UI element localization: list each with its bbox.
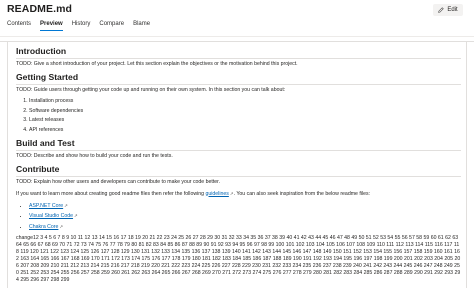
- heading-rule: [16, 175, 461, 177]
- heading-rule: [16, 149, 461, 151]
- header-divider: [0, 36, 474, 37]
- tab-preview[interactable]: Preview: [40, 21, 63, 31]
- list-item: API references: [29, 127, 461, 134]
- heading-contribute: Contribute: [16, 163, 60, 174]
- vscode-link[interactable]: Visual Studio Code: [29, 213, 73, 219]
- list-item: Installation process: [29, 98, 461, 105]
- edit-button[interactable]: Edit: [433, 4, 463, 16]
- getting-started-text: TODO: Guide users through getting your c…: [16, 87, 286, 93]
- tab-history[interactable]: History: [72, 21, 91, 31]
- list-item: ASP.NET Core↗: [29, 202, 461, 210]
- markdown-preview: Introduction TODO: Give a short introduc…: [16, 46, 461, 288]
- external-link-icon: ↗: [64, 202, 68, 208]
- heading-build-and-test: Build and Test: [16, 137, 75, 148]
- guidelines-suffix: . You can also seek inspiration from the…: [233, 190, 371, 197]
- tab-contents[interactable]: Contents: [7, 21, 31, 31]
- list-item: Visual Studio Code↗: [29, 212, 461, 220]
- chakra-core-link[interactable]: Chakra Core: [29, 224, 58, 230]
- tab-blame[interactable]: Blame: [133, 21, 150, 31]
- external-link-icon: ↗: [59, 223, 64, 229]
- list-item: Chakra Core↗: [29, 223, 461, 231]
- getting-started-list: Installation process Software dependenci…: [16, 98, 461, 134]
- aspnet-core-link[interactable]: ASP.NET Core: [29, 203, 63, 209]
- heading-rule: [16, 84, 461, 85]
- external-link-icon: ↗: [74, 213, 78, 218]
- heading-getting-started: Getting Started: [16, 72, 79, 82]
- intro-text: TODO: Give a short introduction of your …: [16, 61, 298, 67]
- guidelines-link[interactable]: guidelines: [205, 191, 228, 197]
- contribute-text: TODO: Explain how other users and develo…: [16, 178, 221, 185]
- readme-links-list: ASP.NET Core↗ Visual Studio Code↗ Chakra…: [16, 202, 461, 231]
- guidelines-paragraph: If you want to learn more about creating…: [16, 190, 461, 198]
- pencil-icon: [438, 7, 444, 13]
- edit-button-label: Edit: [447, 7, 458, 13]
- guidelines-prefix: If you want to learn more about creating…: [16, 190, 205, 197]
- file-title: README.md: [7, 3, 73, 15]
- section-build-and-test: Build and Test TODO: Describe and show h…: [16, 138, 461, 160]
- heading-rule: [16, 58, 461, 59]
- build-test-text: TODO: Describe and show how to build you…: [16, 152, 173, 159]
- change-text: change12 3 4 5 6 7 8 9 10 11 12 13 14 15…: [16, 234, 461, 283]
- section-getting-started: Getting Started TODO: Guide users throug…: [16, 72, 461, 134]
- file-header: README.md Contents Preview History Compa…: [0, 0, 474, 40]
- list-item: Software dependencies: [29, 108, 461, 115]
- tab-compare[interactable]: Compare: [99, 21, 124, 31]
- section-introduction: Introduction TODO: Give a short introduc…: [16, 46, 461, 68]
- section-contribute: Contribute TODO: Explain how other users…: [16, 164, 461, 231]
- file-tabs: Contents Preview History Compare Blame: [7, 21, 150, 31]
- list-item: Latest releases: [29, 117, 461, 124]
- heading-introduction: Introduction: [16, 46, 67, 56]
